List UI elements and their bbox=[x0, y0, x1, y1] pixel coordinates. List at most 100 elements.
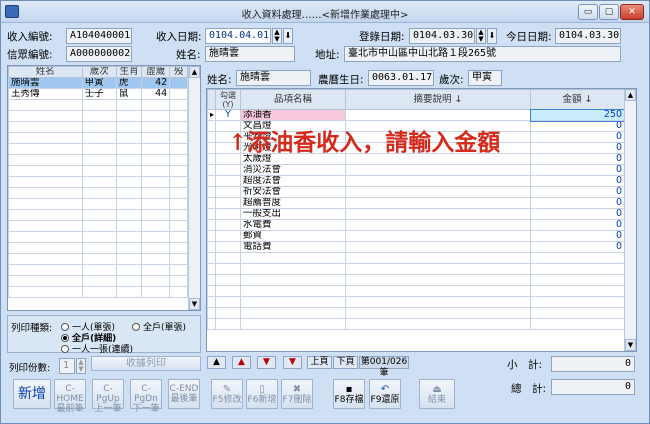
member-cell-year[interactable] bbox=[81, 242, 117, 254]
item-cell-amount[interactable] bbox=[530, 263, 625, 275]
member-cell-zodiac[interactable] bbox=[115, 187, 143, 199]
member-cell-zodiac[interactable] bbox=[115, 231, 143, 243]
radio-icon[interactable] bbox=[61, 323, 69, 331]
member-cell-dead[interactable] bbox=[169, 110, 188, 122]
item-cell-note[interactable] bbox=[345, 307, 531, 319]
nav-prev-icon[interactable]: ▲ bbox=[232, 356, 251, 369]
item-cell-note[interactable] bbox=[345, 164, 531, 176]
item-cell-amount[interactable]: 0 bbox=[530, 131, 625, 143]
item-cell-name[interactable] bbox=[240, 252, 346, 264]
member-cell-zodiac[interactable] bbox=[115, 121, 143, 133]
member-row[interactable] bbox=[8, 121, 188, 133]
member-cell-zodiac[interactable] bbox=[115, 165, 143, 177]
item-cell-amount[interactable]: 0 bbox=[530, 153, 625, 165]
member-cell-zodiac[interactable] bbox=[115, 99, 143, 111]
exit-button[interactable]: ⏏ 結束 bbox=[419, 379, 455, 409]
member-cell-dead[interactable] bbox=[169, 220, 188, 232]
item-cell-check[interactable] bbox=[215, 197, 241, 209]
member-cell-name[interactable] bbox=[8, 132, 83, 144]
item-cell-name[interactable]: 超薦普度 bbox=[240, 197, 346, 209]
member-cell-year[interactable]: 壬子 bbox=[81, 88, 117, 100]
member-cell-name[interactable]: 王秀傳 bbox=[8, 88, 83, 100]
item-cell-amount[interactable] bbox=[530, 318, 625, 330]
member-row[interactable] bbox=[8, 209, 188, 221]
item-cell-amount[interactable]: 0 bbox=[530, 120, 625, 132]
item-cell-check[interactable] bbox=[215, 175, 241, 187]
last-record-button[interactable]: C-END 最後筆 bbox=[168, 379, 200, 409]
item-row[interactable]: 祈安法會 0 bbox=[207, 186, 625, 198]
next-record-button[interactable]: C-PgDn 下一筆 bbox=[130, 379, 162, 414]
item-cell-amount[interactable] bbox=[530, 274, 625, 286]
address-field[interactable]: 臺北市中山區中山北路１段265號 bbox=[344, 46, 621, 62]
member-cell-dead[interactable] bbox=[169, 264, 188, 276]
member-cell-zodiac[interactable] bbox=[115, 242, 143, 254]
member-cell-name[interactable] bbox=[8, 187, 83, 199]
item-cell-name[interactable]: 添油香 bbox=[240, 109, 346, 121]
member-cell-year[interactable] bbox=[81, 286, 117, 298]
item-row[interactable] bbox=[207, 296, 625, 308]
member-cell-name[interactable] bbox=[8, 99, 83, 111]
member-cell-year[interactable] bbox=[81, 132, 117, 144]
item-row[interactable] bbox=[207, 252, 625, 264]
item-cell-name[interactable]: 一般支出 bbox=[240, 208, 346, 220]
item-cell-check[interactable] bbox=[215, 208, 241, 220]
member-cell-zodiac[interactable]: 虎 bbox=[115, 77, 143, 89]
prev-record-button[interactable]: C-PgUp 上一筆 bbox=[92, 379, 124, 414]
member-cell-zodiac[interactable] bbox=[115, 132, 143, 144]
member-cell-dead[interactable] bbox=[169, 231, 188, 243]
item-row[interactable] bbox=[207, 307, 625, 319]
member-row[interactable] bbox=[8, 132, 188, 144]
member-cell-year[interactable] bbox=[81, 275, 117, 287]
copies-field[interactable]: 1 bbox=[59, 358, 75, 374]
prev-page-button[interactable]: 上頁 bbox=[307, 356, 332, 369]
member-cell-zodiac[interactable] bbox=[115, 110, 143, 122]
item-row[interactable]: 電話費 0 bbox=[207, 241, 625, 253]
member-cell-zodiac[interactable] bbox=[115, 264, 143, 276]
reg-date-field[interactable]: 0104.03.30 bbox=[409, 28, 475, 44]
member-cell-age[interactable] bbox=[141, 165, 171, 177]
item-cell-check[interactable] bbox=[215, 274, 241, 286]
item-cell-note[interactable] bbox=[345, 263, 531, 275]
item-cell-note[interactable] bbox=[345, 230, 531, 242]
item-cell-note[interactable] bbox=[345, 219, 531, 231]
item-cell-amount[interactable] bbox=[530, 296, 625, 308]
item-cell-name[interactable] bbox=[240, 307, 346, 319]
member-cell-dead[interactable] bbox=[169, 121, 188, 133]
item-grid-scrollbar[interactable]: ▲ ▼ bbox=[624, 89, 636, 351]
member-cell-age[interactable] bbox=[141, 220, 171, 232]
member-cell-age[interactable] bbox=[141, 198, 171, 210]
member-cell-age[interactable] bbox=[141, 143, 171, 155]
member-row[interactable] bbox=[8, 198, 188, 210]
member-cell-age[interactable] bbox=[141, 154, 171, 166]
member-cell-year[interactable] bbox=[81, 110, 117, 122]
member-row[interactable] bbox=[8, 231, 188, 243]
print-receipt-button[interactable]: 收據列印 bbox=[91, 356, 201, 371]
first-record-button[interactable]: C-HOME 最前筆 bbox=[54, 379, 86, 414]
member-cell-dead[interactable] bbox=[169, 176, 188, 188]
print-opt-continuous[interactable]: 一人一張(連續) bbox=[61, 342, 133, 355]
print-opt-household[interactable]: 全戶(單張) bbox=[132, 320, 186, 333]
member-cell-dead[interactable] bbox=[169, 286, 188, 298]
item-cell-amount[interactable]: 0 bbox=[530, 219, 625, 231]
member-cell-year[interactable] bbox=[81, 253, 117, 265]
item-cell-check[interactable] bbox=[215, 285, 241, 297]
item-cell-name[interactable] bbox=[240, 285, 346, 297]
member-cell-year[interactable] bbox=[81, 165, 117, 177]
member-cell-name[interactable] bbox=[8, 220, 83, 232]
item-cell-amount[interactable]: 0 bbox=[530, 241, 625, 253]
item-cell-amount[interactable]: 0 bbox=[530, 208, 625, 220]
member-row[interactable]: 施晴雲 甲寅虎 42 bbox=[8, 77, 188, 89]
member-cell-age[interactable] bbox=[141, 209, 171, 221]
member-row[interactable] bbox=[8, 99, 188, 111]
member-cell-age[interactable]: 44 bbox=[141, 88, 171, 100]
item-cell-note[interactable] bbox=[345, 241, 531, 253]
member-cell-dead[interactable] bbox=[169, 88, 188, 100]
member-cell-year[interactable] bbox=[81, 121, 117, 133]
next-page-button[interactable]: 下頁 bbox=[333, 356, 358, 369]
item-cell-note[interactable] bbox=[345, 197, 531, 209]
member-cell-name[interactable] bbox=[8, 209, 83, 221]
member-cell-dead[interactable] bbox=[169, 253, 188, 265]
member-cell-year[interactable] bbox=[81, 99, 117, 111]
copies-spinner[interactable]: ▲ ▼ bbox=[76, 358, 86, 374]
scroll-down-icon[interactable]: ▼ bbox=[625, 339, 636, 351]
